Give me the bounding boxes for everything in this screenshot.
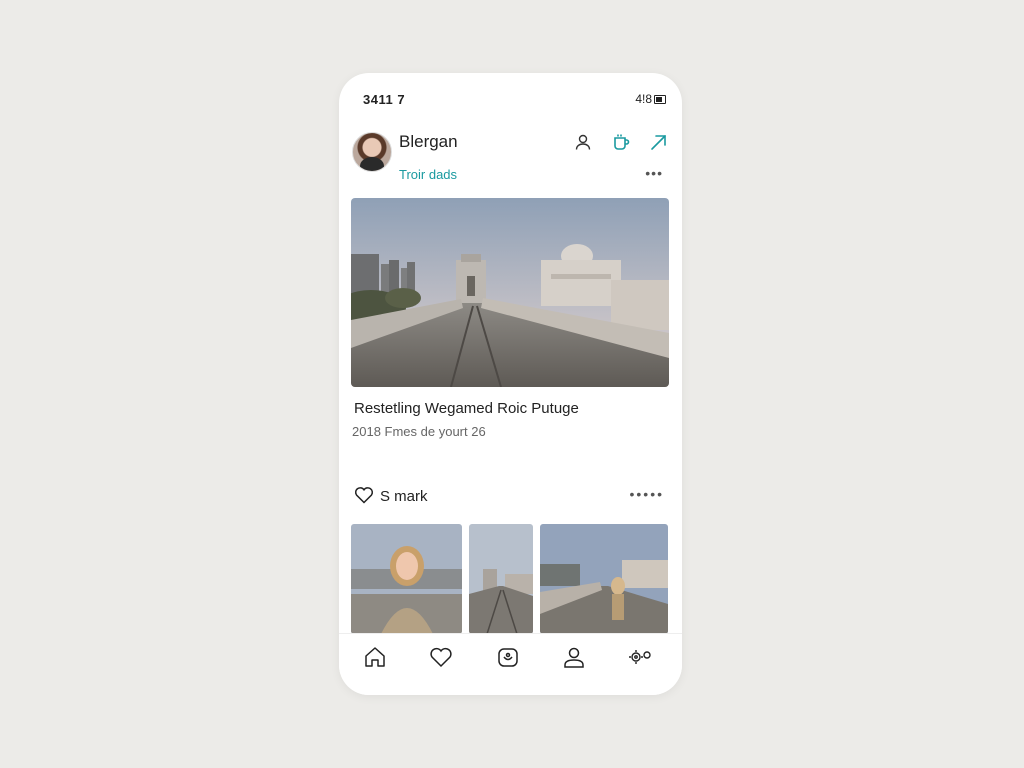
- more-options-icon[interactable]: •••••: [629, 486, 664, 502]
- cup-icon[interactable]: [611, 132, 631, 152]
- username[interactable]: Blergan: [399, 132, 458, 152]
- profile-header: Blergan Troir dads •••: [352, 132, 669, 192]
- camera-icon[interactable]: [495, 644, 521, 670]
- post-meta: 2018 Fmes de yourt 26: [352, 424, 486, 439]
- status-icons: 4!8: [635, 92, 666, 106]
- status-bar: 3411 7 4!8: [339, 73, 682, 123]
- post-title: Restetling Wegamed Roic Putuge: [354, 400, 579, 417]
- tab-bar: [339, 633, 682, 695]
- like-label[interactable]: S mark: [380, 488, 428, 505]
- thumbnail-photo[interactable]: [351, 524, 462, 634]
- post-image[interactable]: [351, 198, 669, 387]
- home-icon[interactable]: [362, 644, 388, 670]
- avatar[interactable]: [352, 132, 392, 172]
- heart-icon[interactable]: [354, 486, 374, 509]
- heart-icon[interactable]: [428, 644, 454, 670]
- phone-screen: 3411 7 4!8 Blergan Troir dads ••• Restet…: [339, 73, 682, 695]
- signal-text: 4!8: [635, 92, 652, 106]
- profile-icon[interactable]: [561, 644, 587, 670]
- share-arrow-icon[interactable]: [649, 132, 669, 152]
- person-icon[interactable]: [573, 132, 593, 152]
- settings-icon[interactable]: [627, 644, 653, 670]
- status-time: 3411 7: [363, 92, 406, 107]
- header-actions: [573, 132, 669, 152]
- profile-subtitle[interactable]: Troir dads: [399, 167, 457, 182]
- thumbnail-photo[interactable]: [540, 524, 668, 634]
- like-row: S mark •••••: [354, 486, 664, 508]
- battery-icon: [654, 94, 666, 104]
- more-icon[interactable]: •••: [645, 165, 663, 181]
- thumbnail-photo[interactable]: [469, 524, 533, 634]
